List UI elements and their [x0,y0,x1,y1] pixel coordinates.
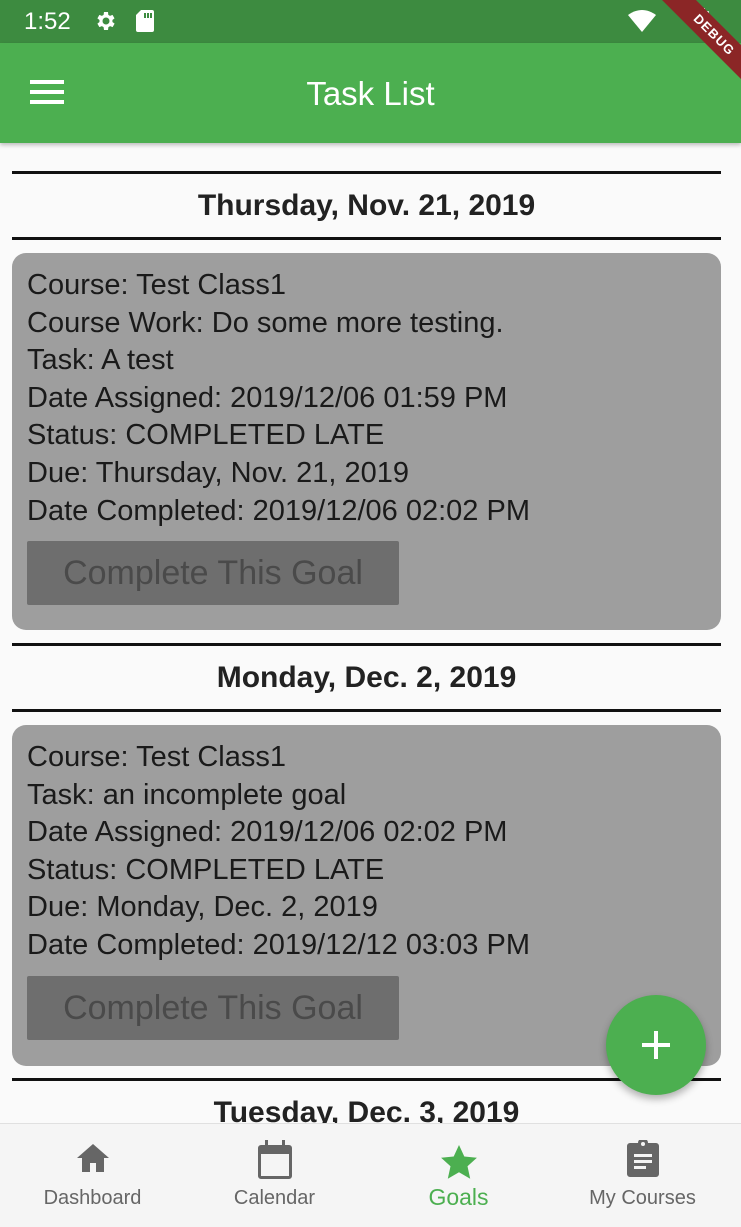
date-header-text: Thursday, Nov. 21, 2019 [197,189,536,222]
task-line: Task: A test [27,344,174,377]
home-icon [76,1144,109,1172]
nav-label: My Courses [589,1187,696,1209]
nav-item-goals[interactable]: Goals [366,1124,551,1227]
date-header: Tuesday, Dec. 3, 2019 [12,1078,721,1123]
due-line: Due: Monday, Dec. 2, 2019 [27,891,378,924]
battery-icon [695,8,709,33]
course-line: Course: Test Class1 [27,269,286,301]
nav-label: Calendar [233,1187,316,1209]
nav-item-dashboard[interactable]: Dashboard [0,1124,185,1227]
due-line: Due: Thursday, Nov. 21, 2019 [27,456,410,489]
date-header-text: Tuesday, Dec. 3, 2019 [213,1096,520,1123]
date-completed-line: Date Completed: 2019/12/12 03:03 PM [27,928,530,961]
date-header-text: Monday, Dec. 2, 2019 [216,661,517,694]
date-header: Monday, Dec. 2, 2019 [12,643,721,712]
nav-item-calendar[interactable]: Calendar [182,1124,367,1227]
date-assigned-line: Date Assigned: 2019/12/06 01:59 PM [27,381,508,414]
nav-label: Goals [428,1184,489,1210]
sd-card-icon [136,10,154,32]
page-title: Task List [306,75,435,112]
wifi-icon [628,10,656,32]
clipboard-icon [626,1140,659,1177]
star-icon [440,1145,477,1179]
date-header: Thursday, Nov. 21, 2019 [12,171,721,240]
date-assigned-line: Date Assigned: 2019/12/06 02:02 PM [27,816,508,849]
nav-item-my-courses[interactable]: My Courses [550,1124,735,1227]
status-line: Status: COMPLETED LATE [27,419,385,452]
task-line: Task: an incomplete goal [27,778,347,811]
complete-goal-button[interactable]: Complete This Goal [27,975,399,1040]
task-list[interactable]: Thursday, Nov. 21, 2019 Course: Test Cla… [0,143,741,1123]
task-card: Course: Test Class1 Course Work: Do some… [12,253,721,630]
complete-goal-button[interactable]: Complete This Goal [27,541,399,606]
plus-icon [642,1031,670,1059]
status-bar: 1:52 [0,0,741,43]
nav-label: Dashboard [43,1187,142,1209]
status-line: Status: COMPLETED LATE [27,853,385,886]
course-line: Course: Test Class1 [27,741,286,773]
course-work-line: Course Work: Do some more testing. [27,306,504,339]
calendar-icon [257,1140,292,1179]
app-bar: Task List [0,43,741,143]
status-time: 1:52 [24,8,71,35]
gear-icon [97,12,115,30]
bottom-nav: Dashboard Calendar Goals My Courses [0,1123,741,1227]
add-goal-button[interactable] [606,995,706,1095]
date-completed-line: Date Completed: 2019/12/06 02:02 PM [27,494,530,527]
